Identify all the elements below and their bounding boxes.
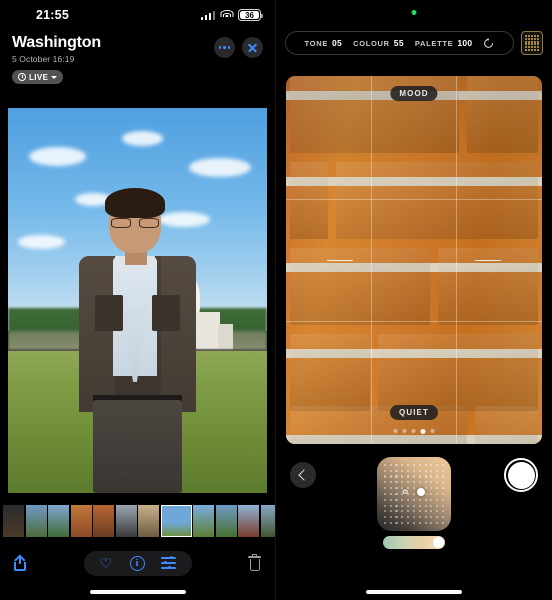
- page-dots[interactable]: [393, 429, 435, 434]
- focus-tick-right: [475, 260, 502, 261]
- info-button[interactable]: i: [129, 555, 145, 571]
- home-indicator: [89, 590, 186, 594]
- live-photo-badge[interactable]: LIVE: [12, 70, 64, 84]
- adjust-button[interactable]: [160, 556, 176, 570]
- capitol-photo: [8, 108, 267, 493]
- page-dot[interactable]: [430, 429, 435, 433]
- camera-parameters-bar: TONE 05 COLOUR 55 PALETTE 100: [276, 30, 552, 56]
- delete-button[interactable]: [248, 553, 261, 571]
- filmstrip-thumb[interactable]: [3, 505, 24, 537]
- more-options-button[interactable]: [214, 37, 235, 58]
- parameter-palette[interactable]: PALETTE 100: [415, 38, 473, 48]
- filmstrip[interactable]: [0, 505, 275, 537]
- palette-grid-icon: [525, 35, 539, 51]
- page-dot[interactable]: [411, 429, 416, 433]
- photo-actions-group: ♡ i: [83, 550, 192, 576]
- palette-button[interactable]: [521, 31, 543, 55]
- status-bar-time: 21:55: [36, 8, 69, 22]
- camera-controls: [276, 452, 552, 552]
- filmstrip-thumb[interactable]: [25, 505, 47, 537]
- home-indicator: [366, 590, 462, 594]
- parameter-pill[interactable]: TONE 05 COLOUR 55 PALETTE 100: [285, 31, 514, 55]
- filmstrip-thumb-selected[interactable]: [160, 505, 192, 537]
- chevron-left-icon: [298, 469, 310, 481]
- battery-level: 36: [245, 10, 254, 20]
- live-badge-label: LIVE: [29, 72, 49, 82]
- colour-pad-knob[interactable]: [417, 487, 426, 496]
- parameter-colour-value: 55: [393, 38, 404, 48]
- photo-header-actions: [214, 37, 263, 58]
- shutter-button[interactable]: [504, 458, 538, 492]
- left-phone-photos-app: 21:55 36 Washington 5 October 16:19 LIVE: [0, 0, 276, 600]
- focus-tick-left: [326, 260, 353, 261]
- filmstrip-thumb[interactable]: [48, 505, 69, 537]
- quiet-tag[interactable]: QUIET: [390, 405, 438, 420]
- mood-tag[interactable]: MOOD: [390, 86, 438, 101]
- status-bar: 21:55 36: [0, 0, 275, 30]
- filmstrip-thumb[interactable]: [260, 505, 275, 537]
- back-button[interactable]: [290, 462, 316, 488]
- filmstrip-thumb[interactable]: [215, 505, 237, 537]
- parameter-palette-label: PALETTE: [414, 38, 454, 48]
- filmstrip-thumb[interactable]: [193, 505, 214, 537]
- right-phone-camera-app: TONE 05 COLOUR 55 PALETTE 100 MOOD QUIET: [276, 0, 552, 600]
- filmstrip-thumb[interactable]: [238, 505, 259, 537]
- parameter-tone-value: 05: [332, 38, 343, 48]
- page-title: Washington: [12, 34, 101, 51]
- photo-timestamp: 5 October 16:19: [12, 54, 75, 64]
- colour-pad-dot-matrix: [382, 462, 446, 526]
- parameter-tone[interactable]: TONE 05: [305, 38, 343, 48]
- page-dot[interactable]: [393, 429, 398, 433]
- photo-header: Washington 5 October 16:19 LIVE: [0, 34, 275, 86]
- status-bar-indicators: 36: [200, 9, 263, 21]
- intensity-slider[interactable]: [383, 536, 445, 549]
- photo-viewer[interactable]: [8, 108, 267, 493]
- filmstrip-thumb[interactable]: [115, 505, 137, 537]
- person-subject: [75, 188, 199, 493]
- colour-pad[interactable]: [377, 457, 451, 531]
- filmstrip-thumb[interactable]: [70, 505, 92, 537]
- wifi-icon: [220, 10, 233, 20]
- parameter-palette-value: 100: [457, 38, 473, 48]
- cloud: [18, 235, 65, 249]
- intensity-slider-knob[interactable]: [433, 537, 444, 548]
- photo-header-text: Washington 5 October 16:19 LIVE: [12, 34, 101, 86]
- ellipsis-icon: [218, 46, 231, 49]
- chevron-down-icon: [51, 75, 58, 79]
- camera-active-indicator: [411, 10, 417, 15]
- parameter-colour[interactable]: COLOUR 55: [353, 38, 404, 48]
- share-button[interactable]: [14, 556, 27, 571]
- cloud: [28, 146, 86, 166]
- live-photo-icon: [18, 73, 26, 81]
- close-button[interactable]: [242, 37, 263, 58]
- filmstrip-thumb[interactable]: [93, 505, 114, 537]
- colour-pad-previous-marker: [402, 489, 408, 495]
- battery-icon: 36: [238, 9, 263, 21]
- parameter-colour-label: COLOUR: [353, 38, 390, 48]
- reset-icon[interactable]: [483, 37, 494, 49]
- photo-toolbar: ♡ i: [0, 545, 275, 581]
- favourite-button[interactable]: ♡: [100, 556, 114, 570]
- page-dot[interactable]: [402, 429, 407, 433]
- parameter-tone-label: TONE: [304, 38, 329, 48]
- filmstrip-thumb[interactable]: [138, 505, 159, 537]
- camera-viewfinder[interactable]: MOOD QUIET: [286, 76, 542, 444]
- page-dot-active[interactable]: [420, 429, 426, 434]
- cellular-signal-icon: [200, 10, 215, 20]
- dual-screenshot-stage: 21:55 36 Washington 5 October 16:19 LIVE: [0, 0, 552, 600]
- close-icon: [247, 42, 258, 53]
